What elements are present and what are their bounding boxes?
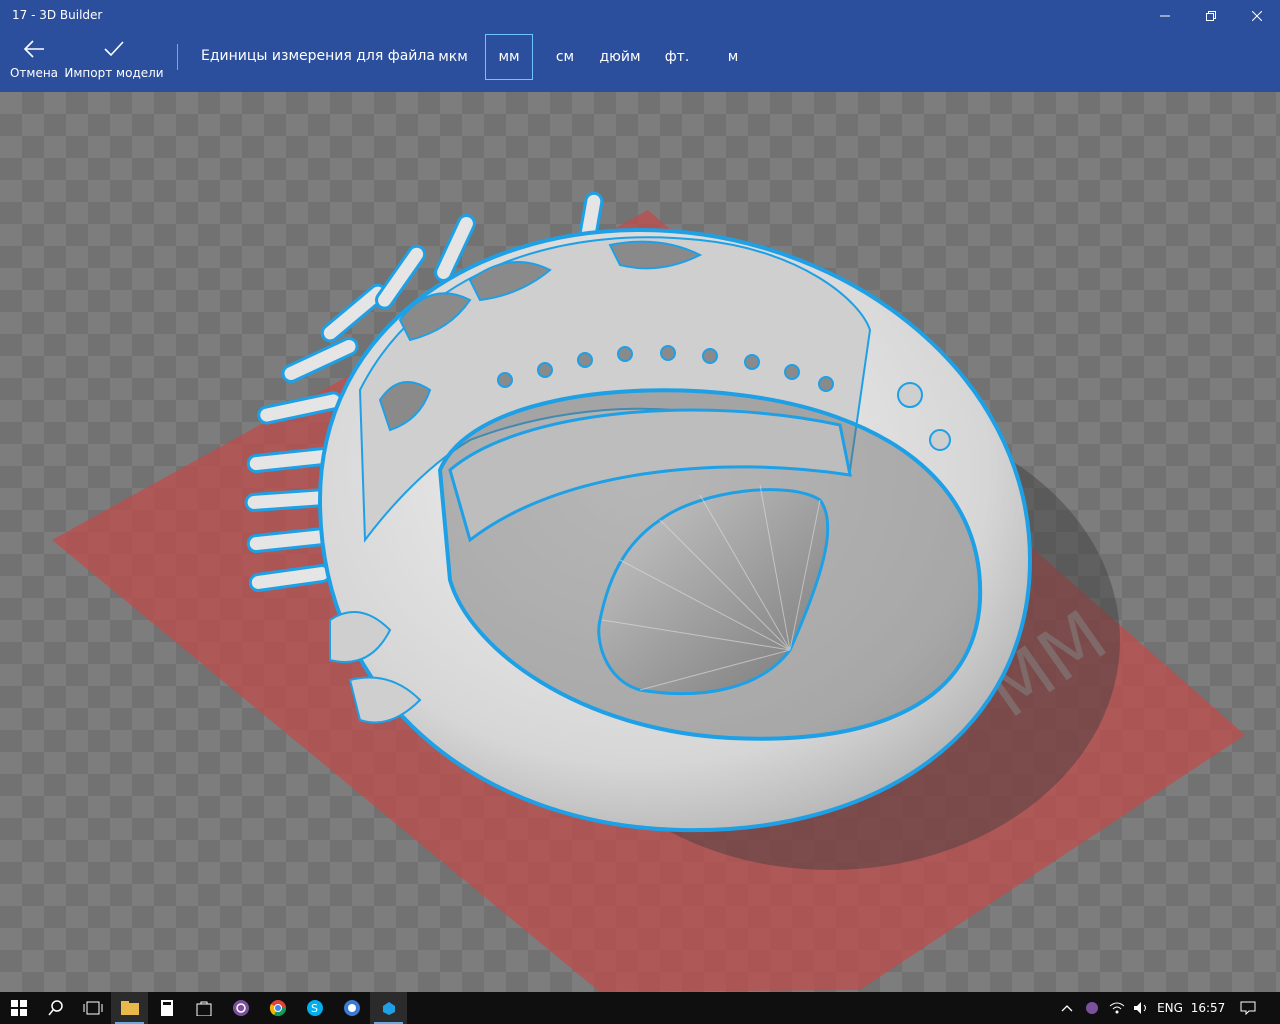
unit-ft[interactable]: фт.	[661, 34, 693, 80]
svg-text:S: S	[311, 1002, 318, 1015]
task-view-button[interactable]	[74, 992, 111, 1024]
window-title: 17 - 3D Builder	[12, 8, 103, 22]
browser-icon	[343, 1000, 360, 1016]
minimize-icon	[1160, 15, 1170, 17]
search-icon	[47, 1000, 63, 1016]
back-arrow-icon	[23, 40, 44, 58]
title-bar: 17 - 3D Builder	[0, 0, 1280, 32]
unit-inch[interactable]: дюйм	[597, 34, 643, 80]
task-view-icon	[83, 1001, 102, 1015]
unit-mkm[interactable]: мкм	[433, 34, 473, 80]
checkmark-icon	[104, 41, 124, 57]
import-model-button[interactable]: Импорт модели	[64, 32, 164, 92]
skype-icon: S	[306, 1000, 323, 1016]
restore-button[interactable]	[1188, 0, 1234, 32]
taskbar: S ENG 16:57	[0, 992, 1280, 1024]
3d-builder-icon	[382, 1002, 395, 1015]
chevron-up-icon	[1061, 1005, 1073, 1012]
unit-m[interactable]: м	[721, 34, 745, 80]
minimize-button[interactable]	[1142, 0, 1188, 32]
start-button[interactable]	[0, 992, 37, 1024]
cancel-label: Отмена	[9, 66, 59, 80]
unit-cm[interactable]: см	[549, 34, 581, 80]
store-button[interactable]	[185, 992, 222, 1024]
viber-icon	[232, 1000, 249, 1016]
calculator-button[interactable]	[148, 992, 185, 1024]
show-hidden-icons-button[interactable]	[1056, 992, 1078, 1024]
skype-button[interactable]: S	[296, 992, 333, 1024]
chrome-button[interactable]	[259, 992, 296, 1024]
cancel-button[interactable]: Отмена	[8, 32, 60, 92]
calculator-icon	[160, 1000, 173, 1016]
command-separator	[177, 44, 178, 70]
volume-button[interactable]	[1130, 992, 1152, 1024]
search-button[interactable]	[37, 992, 74, 1024]
chrome-icon	[269, 1000, 286, 1017]
unit-mm[interactable]: мм	[485, 34, 533, 80]
close-button[interactable]	[1234, 0, 1280, 32]
network-button[interactable]	[1106, 992, 1128, 1024]
file-explorer-icon	[120, 1001, 139, 1015]
wifi-icon	[1109, 1002, 1125, 1014]
action-center-button[interactable]	[1234, 992, 1262, 1024]
command-bar: Отмена Импорт модели Единицы измерения д…	[0, 32, 1280, 92]
scene: МM	[52, 191, 1245, 992]
tray-viber[interactable]	[1081, 992, 1103, 1024]
import-model-label: Импорт модели	[64, 66, 164, 80]
notification-icon	[1240, 1001, 1256, 1015]
close-icon	[1252, 11, 1262, 21]
3d-viewport[interactable]: МM	[0, 92, 1280, 992]
file-explorer-button[interactable]	[111, 992, 148, 1024]
start-icon	[10, 1000, 27, 1016]
speaker-icon	[1134, 1002, 1146, 1014]
store-icon	[196, 1001, 211, 1016]
browser-button[interactable]	[333, 992, 370, 1024]
restore-icon	[1206, 11, 1216, 21]
viber-button[interactable]	[222, 992, 259, 1024]
viber-tray-icon	[1086, 1002, 1098, 1014]
language-indicator[interactable]: ENG	[1154, 992, 1186, 1024]
3d-builder-button[interactable]	[370, 992, 407, 1024]
units-label: Единицы измерения для файла	[201, 48, 435, 64]
clock[interactable]: 16:57	[1190, 992, 1226, 1024]
